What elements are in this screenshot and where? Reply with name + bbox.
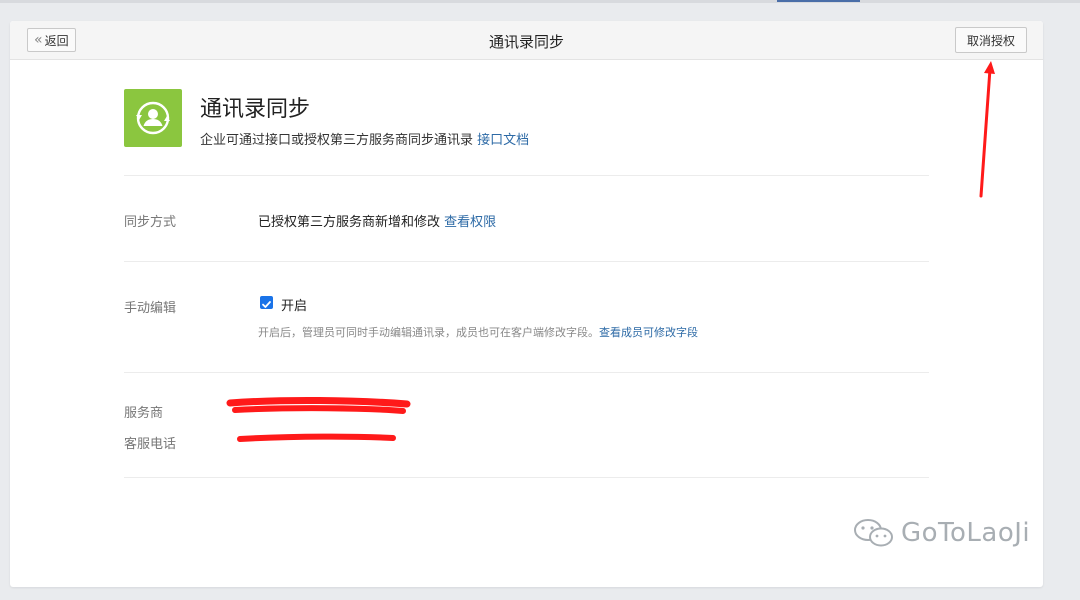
app-description: 企业可通过接口或授权第三方服务商同步通讯录 接口文档	[200, 129, 529, 148]
provider-phone-label: 客服电话	[124, 437, 177, 452]
manual-edit-checkbox-label[interactable]: 开启	[281, 295, 307, 314]
redaction-scribble	[226, 396, 411, 442]
sync-mode-label: 同步方式	[124, 215, 177, 230]
divider	[124, 261, 929, 262]
app-title: 通讯录同步	[200, 97, 311, 122]
page-title: 通讯录同步	[488, 33, 564, 51]
manual-edit-label: 手动编辑	[124, 301, 177, 316]
top-strip	[0, 0, 1080, 3]
watermark-text: GoToLaoJi	[901, 518, 1031, 548]
revoke-authorization-button[interactable]: 取消授权	[955, 27, 1027, 53]
editable-fields-link[interactable]: 查看成员可修改字段	[599, 326, 698, 339]
contact-sync-icon	[124, 89, 182, 147]
divider	[124, 477, 929, 478]
active-tab-indicator	[777, 0, 860, 2]
red-arrow-annotation	[979, 61, 995, 198]
sync-mode-value: 已授权第三方服务商新增和修改 查看权限	[258, 211, 496, 230]
wechat-icon	[854, 519, 893, 547]
manual-edit-hint-text: 开启后，管理员可同时手动编辑通讯录，成员也可在客户端修改字段。	[258, 326, 599, 339]
main-card: « 返回 通讯录同步 取消授权 通讯录同步 企业可通过接口或授权第三方服务商同步…	[10, 21, 1043, 587]
app-description-text: 企业可通过接口或授权第三方服务商同步通讯录	[200, 133, 474, 148]
divider	[124, 372, 929, 373]
watermark: GoToLaoJi	[853, 518, 1030, 548]
card-header: « 返回 通讯录同步 取消授权	[10, 21, 1043, 60]
provider-name-label: 服务商	[124, 406, 164, 421]
manual-edit-checkbox[interactable]	[260, 296, 273, 309]
manual-edit-hint: 开启后，管理员可同时手动编辑通讯录，成员也可在客户端修改字段。查看成员可修改字段	[258, 324, 698, 340]
api-doc-link[interactable]: 接口文档	[477, 133, 529, 148]
sync-mode-text: 已授权第三方服务商新增和修改	[258, 215, 441, 230]
view-permissions-link[interactable]: 查看权限	[444, 215, 496, 230]
divider	[124, 175, 929, 176]
checkmark-icon	[262, 301, 271, 308]
